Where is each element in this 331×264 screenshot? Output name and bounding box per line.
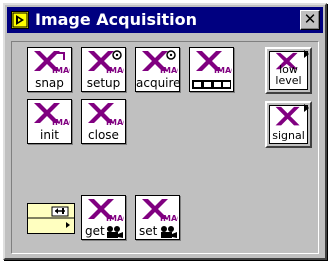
svg-text:IMAQ: IMAQ xyxy=(106,66,124,75)
svg-text:IMAQ: IMAQ xyxy=(106,118,124,127)
setup-vi[interactable]: IMAQ setup xyxy=(81,47,126,92)
imaq-logo-icon: IMAQ xyxy=(142,199,178,223)
image-acquisition-palette: Image Acquisition ✕ IMAQ snap IMAQ setup… xyxy=(3,3,327,260)
imaq-acquire-icon: IMAQ xyxy=(142,50,178,75)
svg-text:IMAQ: IMAQ xyxy=(160,214,178,223)
imaq-logo-icon: IMAQ xyxy=(34,51,70,75)
init-vi[interactable]: IMAQ init xyxy=(27,99,72,144)
window-title: Image Acquisition xyxy=(35,10,198,29)
camera-icon xyxy=(161,226,177,238)
acquire-label: acquire xyxy=(136,76,181,90)
signal-icon-frame: signal xyxy=(269,105,308,144)
svg-text:IMAQ: IMAQ xyxy=(214,66,232,75)
set-label: set xyxy=(139,224,158,238)
signal-subpalette[interactable]: signal xyxy=(265,101,312,148)
close-vi[interactable]: IMAQ close xyxy=(81,99,126,144)
imaq-logo-icon: IMAQ xyxy=(34,103,70,127)
grab-vi[interactable]: IMAQ xyxy=(189,47,234,92)
svg-text:IMAQ: IMAQ xyxy=(52,118,70,127)
cluster-icon xyxy=(28,206,74,228)
snap-vi[interactable]: IMAQ snap xyxy=(27,47,72,92)
setup-label: setup xyxy=(86,76,121,90)
imaq-setup-icon: IMAQ xyxy=(88,50,124,75)
labview-icon xyxy=(11,11,29,29)
low-level-label: low level xyxy=(275,63,302,87)
signal-label: signal xyxy=(272,129,305,142)
imaq-text: IMAQ xyxy=(52,66,70,75)
film-strip-icon xyxy=(192,80,231,89)
set-vi[interactable]: IMAQ set xyxy=(135,195,180,240)
close-icon[interactable]: ✕ xyxy=(300,10,320,30)
acquire-vi[interactable]: IMAQ acquire xyxy=(135,47,181,92)
imaq-logo-icon: IMAQ xyxy=(88,103,124,127)
svg-text:IMAQ: IMAQ xyxy=(160,66,178,75)
title-bar[interactable]: Image Acquisition ✕ xyxy=(7,7,323,33)
attribute-cluster[interactable] xyxy=(27,203,75,234)
imaq-logo-icon xyxy=(275,106,300,126)
snap-label: snap xyxy=(35,76,64,90)
svg-text:IMAQ: IMAQ xyxy=(106,214,124,223)
submenu-arrow-icon xyxy=(304,50,309,58)
get-vi[interactable]: IMAQ get xyxy=(81,195,126,240)
low-level-subpalette[interactable]: low level xyxy=(265,47,312,94)
get-label: get xyxy=(85,224,105,238)
imaq-logo-icon: IMAQ xyxy=(196,51,232,75)
low-level-icon-frame: low level xyxy=(269,51,308,90)
close-label: close xyxy=(88,128,119,142)
submenu-arrow-icon xyxy=(304,104,309,112)
init-label: init xyxy=(40,128,59,142)
camera-icon xyxy=(107,226,123,238)
imaq-logo-icon: IMAQ xyxy=(88,199,124,223)
